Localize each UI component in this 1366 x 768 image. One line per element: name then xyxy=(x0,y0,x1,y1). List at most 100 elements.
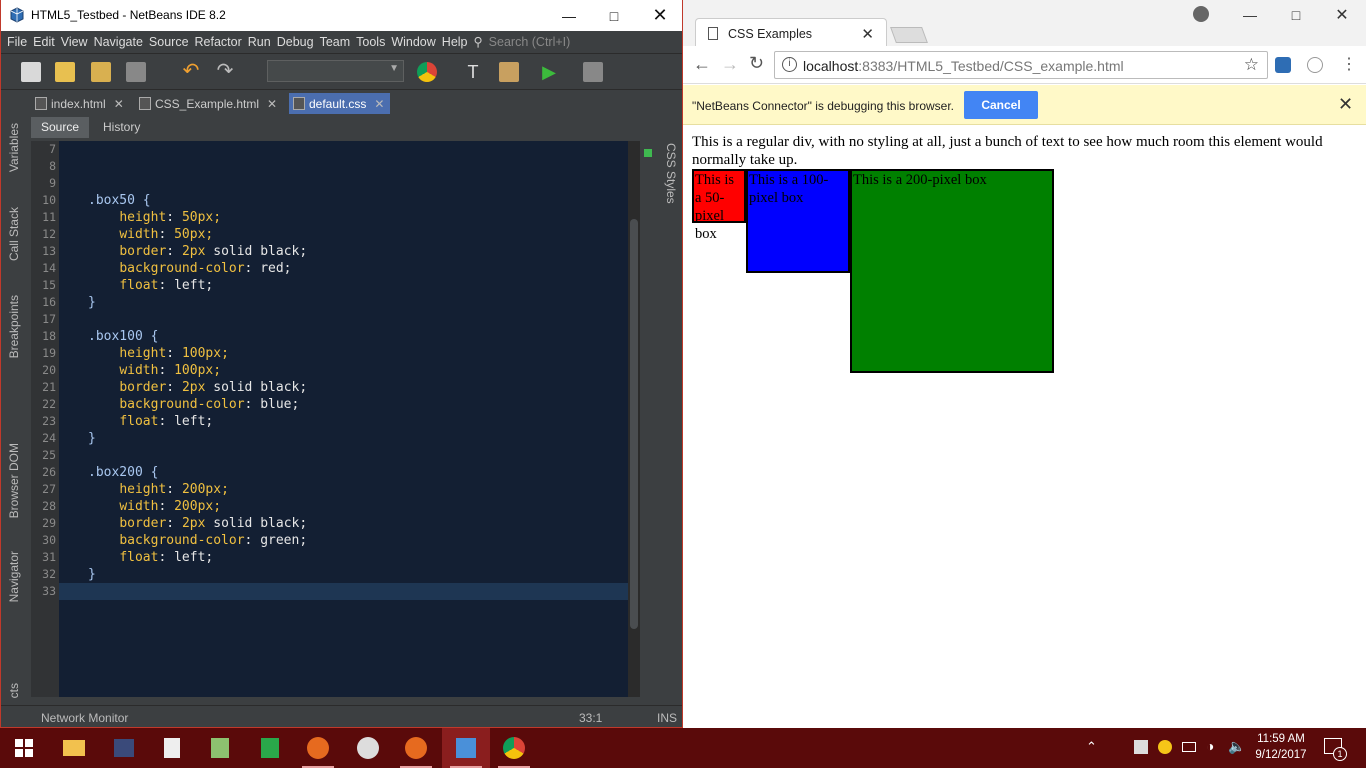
wifi-icon[interactable]: ◑ xyxy=(1206,738,1214,754)
maximize-button[interactable]: □ xyxy=(591,0,637,31)
menu-refactor[interactable]: Refactor xyxy=(195,35,242,49)
menu-navigate[interactable]: Navigate xyxy=(94,35,143,49)
tray-app-icon[interactable] xyxy=(1134,740,1148,754)
code-line[interactable]: } xyxy=(59,294,628,311)
code-line[interactable]: border: 2px solid black; xyxy=(59,243,628,260)
extension-icon[interactable] xyxy=(1307,57,1323,73)
panel-cts[interactable]: cts xyxy=(7,683,21,698)
code-line[interactable]: height: 200px; xyxy=(59,481,628,498)
browser-tab[interactable]: CSS Examples ✕ xyxy=(695,18,887,48)
profile-icon[interactable] xyxy=(1193,6,1209,22)
code-line[interactable] xyxy=(59,447,628,464)
panel-call-stack[interactable]: Call Stack xyxy=(7,207,21,261)
back-arrow-icon[interactable]: ← xyxy=(693,54,711,75)
menu-kebab-icon[interactable]: ⋮ xyxy=(1341,54,1357,74)
code-line[interactable]: float: left; xyxy=(59,549,628,566)
clean-build-icon[interactable] xyxy=(499,62,519,82)
firefox-dev-icon[interactable] xyxy=(392,728,440,768)
close-icon[interactable]: ✕ xyxy=(374,97,384,111)
menu-source[interactable]: Source xyxy=(149,35,189,49)
network-monitor-label[interactable]: Network Monitor xyxy=(41,711,128,725)
search-input[interactable]: Search (Ctrl+I) xyxy=(489,35,571,49)
source-tab[interactable]: Source xyxy=(31,117,90,138)
editor-scrollbar[interactable] xyxy=(628,141,640,697)
minimize-button[interactable]: — xyxy=(546,0,592,31)
menu-debug[interactable]: Debug xyxy=(277,35,314,49)
panel-variables[interactable]: Variables xyxy=(7,123,21,172)
address-bar[interactable]: i localhost:8383/HTML5_Testbed/CSS_examp… xyxy=(774,51,1268,79)
clock[interactable]: 11:59 AM 9/12/2017 xyxy=(1250,731,1312,763)
code-line[interactable]: width: 100px; xyxy=(59,362,628,379)
config-combo[interactable]: ▼ xyxy=(267,60,404,82)
code-line[interactable] xyxy=(59,583,628,600)
volume-icon[interactable]: 🔈 xyxy=(1228,738,1245,755)
code-line[interactable]: width: 200px; xyxy=(59,498,628,515)
new-tab-button[interactable] xyxy=(890,27,928,43)
code-line[interactable]: .box200 { xyxy=(59,464,628,481)
close-icon[interactable]: ✕ xyxy=(114,97,124,111)
cancel-button[interactable]: Cancel xyxy=(964,91,1038,119)
code-line[interactable]: background-color: blue; xyxy=(59,396,628,413)
forward-arrow-icon[interactable]: → xyxy=(721,54,739,75)
code-line[interactable]: .box50 { xyxy=(59,192,628,209)
code-editor[interactable]: .box50 { height: 50px; width: 50px; bord… xyxy=(59,141,628,697)
open-project-icon[interactable] xyxy=(91,62,111,82)
firefox-icon[interactable] xyxy=(294,728,342,768)
code-line[interactable] xyxy=(59,175,628,192)
code-line[interactable]: float: left; xyxy=(59,277,628,294)
code-line[interactable]: } xyxy=(59,566,628,583)
maximize-button[interactable]: □ xyxy=(1273,0,1319,30)
new-project-icon[interactable] xyxy=(55,62,75,82)
tab-default-css[interactable]: default.css ✕ xyxy=(289,93,391,114)
code-line[interactable]: .box100 { xyxy=(59,328,628,345)
panel-breakpoints[interactable]: Breakpoints xyxy=(7,295,21,358)
redo-icon[interactable]: ↷ xyxy=(215,61,235,82)
code-line[interactable]: border: 2px solid black; xyxy=(59,515,628,532)
code-line[interactable]: height: 100px; xyxy=(59,345,628,362)
menu-help[interactable]: Help xyxy=(442,35,468,49)
close-button[interactable]: ✕ xyxy=(637,0,682,31)
close-button[interactable]: ✕ xyxy=(1319,0,1365,30)
close-icon[interactable]: ✕ xyxy=(267,97,277,111)
menu-edit[interactable]: Edit xyxy=(33,35,55,49)
debug-icon[interactable] xyxy=(583,62,603,82)
history-tab[interactable]: History xyxy=(93,117,150,138)
menu-run[interactable]: Run xyxy=(248,35,271,49)
panel-browser-dom[interactable]: Browser DOM xyxy=(7,443,21,518)
undo-icon[interactable]: ↶ xyxy=(181,61,201,82)
panel-navigator[interactable]: Navigator xyxy=(7,551,21,602)
minimize-button[interactable]: — xyxy=(1227,0,1273,30)
tray-emoji-icon[interactable] xyxy=(1158,740,1172,754)
bookmark-star-icon[interactable]: ☆ xyxy=(1244,55,1259,75)
code-line[interactable]: background-color: red; xyxy=(59,260,628,277)
reload-icon[interactable]: ↻ xyxy=(749,53,764,74)
code-line[interactable] xyxy=(59,311,628,328)
battery-icon[interactable] xyxy=(1182,742,1196,752)
app-circle-icon[interactable] xyxy=(344,728,392,768)
panel-css-styles[interactable]: CSS Styles xyxy=(664,143,678,204)
menu-window[interactable]: Window xyxy=(391,35,435,49)
menu-view[interactable]: View xyxy=(61,35,88,49)
code-line[interactable]: } xyxy=(59,430,628,447)
info-icon[interactable]: i xyxy=(782,57,797,72)
code-line[interactable] xyxy=(59,158,628,175)
code-line[interactable]: width: 50px; xyxy=(59,226,628,243)
start-button[interactable] xyxy=(0,728,48,768)
code-line[interactable]: background-color: green; xyxy=(59,532,628,549)
chrome-taskbar-icon[interactable] xyxy=(490,728,538,768)
code-line[interactable]: border: 2px solid black; xyxy=(59,379,628,396)
tab-css-example-html[interactable]: CSS_Example.html ✕ xyxy=(135,93,283,114)
file-explorer-icon[interactable] xyxy=(50,728,98,768)
code-line[interactable] xyxy=(59,141,628,158)
code-line[interactable]: height: 50px; xyxy=(59,209,628,226)
netbeans-taskbar-icon[interactable] xyxy=(442,728,490,768)
close-icon[interactable]: ✕ xyxy=(861,25,874,43)
save-all-icon[interactable] xyxy=(126,62,146,82)
run-icon[interactable]: ▶ xyxy=(539,62,559,82)
menu-file[interactable]: File xyxy=(7,35,27,49)
chrome-browser-icon[interactable] xyxy=(417,62,437,82)
tab-index-html[interactable]: index.html ✕ xyxy=(31,93,130,114)
build-hammer-icon[interactable]: T xyxy=(463,62,483,82)
menu-team[interactable]: Team xyxy=(320,35,351,49)
notepad-icon[interactable] xyxy=(196,728,244,768)
